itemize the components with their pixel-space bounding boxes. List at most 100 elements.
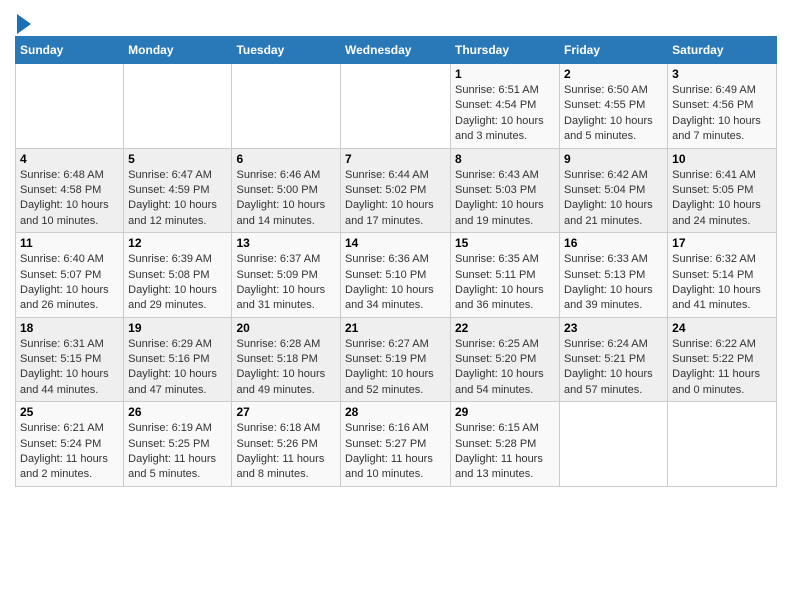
calendar-cell: 10 Sunrise: 6:41 AM Sunset: 5:05 PM Dayli… (668, 148, 777, 233)
calendar-table: SundayMondayTuesdayWednesdayThursdayFrid… (15, 36, 777, 487)
calendar-cell: 14Sunrise: 6:36 AM Sunset: 5:10 PM Dayli… (341, 233, 451, 318)
day-info: Sunrise: 6:18 AM Sunset: 5:26 PM Dayligh… (236, 421, 336, 483)
day-number: 11 (20, 236, 119, 250)
day-number: 13 (236, 236, 336, 250)
day-number: 23 (564, 321, 663, 335)
calendar-cell: 26 Sunrise: 6:19 AM Sunset: 5:25 PM Dayli… (124, 402, 232, 487)
day-number: 9 (564, 152, 663, 166)
day-info: Sunrise: 6:35 AM Sunset: 5:11 PM Dayligh… (455, 252, 555, 314)
calendar-cell (668, 402, 777, 487)
day-info: Sunrise: 6:46 AM Sunset: 5:00 PM Dayligh… (236, 168, 336, 230)
day-info: Sunrise: 6:28 AM Sunset: 5:18 PM Dayligh… (236, 337, 336, 399)
logo-arrow-icon (17, 14, 31, 34)
week-row-4: 18Sunrise: 6:31 AM Sunset: 5:15 PM Dayli… (16, 317, 777, 402)
day-header-monday: Monday (124, 37, 232, 64)
calendar-cell: 12Sunrise: 6:39 AM Sunset: 5:08 PM Dayli… (124, 233, 232, 318)
calendar-cell: 2 Sunrise: 6:50 AM Sunset: 4:55 PM Daylig… (560, 64, 668, 149)
calendar-cell: 3 Sunrise: 6:49 AM Sunset: 4:56 PM Daylig… (668, 64, 777, 149)
week-row-1: 1 Sunrise: 6:51 AM Sunset: 4:54 PM Daylig… (16, 64, 777, 149)
day-number: 8 (455, 152, 555, 166)
calendar-cell: 23 Sunrise: 6:24 AM Sunset: 5:21 PM Dayli… (560, 317, 668, 402)
week-row-2: 4 Sunrise: 6:48 AM Sunset: 4:58 PM Daylig… (16, 148, 777, 233)
week-row-3: 11Sunrise: 6:40 AM Sunset: 5:07 PM Dayli… (16, 233, 777, 318)
calendar-cell: 24 Sunrise: 6:22 AM Sunset: 5:22 PM Dayli… (668, 317, 777, 402)
day-number: 4 (20, 152, 119, 166)
calendar-cell: 25Sunrise: 6:21 AM Sunset: 5:24 PM Dayli… (16, 402, 124, 487)
calendar-cell: 29Sunrise: 6:15 AM Sunset: 5:28 PM Dayli… (451, 402, 560, 487)
day-number: 2 (564, 67, 663, 81)
calendar-cell: 5 Sunrise: 6:47 AM Sunset: 4:59 PM Daylig… (124, 148, 232, 233)
day-info: Sunrise: 6:48 AM Sunset: 4:58 PM Dayligh… (20, 168, 119, 230)
day-info: Sunrise: 6:33 AM Sunset: 5:13 PM Dayligh… (564, 252, 663, 314)
day-number: 3 (672, 67, 772, 81)
calendar-cell: 27 Sunrise: 6:18 AM Sunset: 5:26 PM Dayli… (232, 402, 341, 487)
day-header-thursday: Thursday (451, 37, 560, 64)
day-number: 14 (345, 236, 446, 250)
calendar-cell (124, 64, 232, 149)
day-info: Sunrise: 6:22 AM Sunset: 5:22 PM Dayligh… (672, 337, 772, 399)
day-info: Sunrise: 6:19 AM Sunset: 5:25 PM Dayligh… (128, 421, 227, 483)
day-info: Sunrise: 6:24 AM Sunset: 5:21 PM Dayligh… (564, 337, 663, 399)
day-number: 6 (236, 152, 336, 166)
day-info: Sunrise: 6:31 AM Sunset: 5:15 PM Dayligh… (20, 337, 119, 399)
day-info: Sunrise: 6:32 AM Sunset: 5:14 PM Dayligh… (672, 252, 772, 314)
day-number: 28 (345, 405, 446, 419)
day-header-wednesday: Wednesday (341, 37, 451, 64)
day-number: 22 (455, 321, 555, 335)
day-info: Sunrise: 6:25 AM Sunset: 5:20 PM Dayligh… (455, 337, 555, 399)
calendar-cell: 20 Sunrise: 6:28 AM Sunset: 5:18 PM Dayli… (232, 317, 341, 402)
day-number: 16 (564, 236, 663, 250)
day-number: 24 (672, 321, 772, 335)
day-info: Sunrise: 6:49 AM Sunset: 4:56 PM Dayligh… (672, 83, 772, 145)
day-number: 7 (345, 152, 446, 166)
calendar-body: 1 Sunrise: 6:51 AM Sunset: 4:54 PM Daylig… (16, 64, 777, 487)
day-header-tuesday: Tuesday (232, 37, 341, 64)
day-number: 27 (236, 405, 336, 419)
day-info: Sunrise: 6:29 AM Sunset: 5:16 PM Dayligh… (128, 337, 227, 399)
day-info: Sunrise: 6:21 AM Sunset: 5:24 PM Dayligh… (20, 421, 119, 483)
day-number: 1 (455, 67, 555, 81)
calendar-cell (232, 64, 341, 149)
day-info: Sunrise: 6:42 AM Sunset: 5:04 PM Dayligh… (564, 168, 663, 230)
calendar-cell: 13 Sunrise: 6:37 AM Sunset: 5:09 PM Dayli… (232, 233, 341, 318)
day-number: 21 (345, 321, 446, 335)
calendar-cell: 7 Sunrise: 6:44 AM Sunset: 5:02 PM Daylig… (341, 148, 451, 233)
calendar-cell: 18Sunrise: 6:31 AM Sunset: 5:15 PM Dayli… (16, 317, 124, 402)
calendar-cell: 28 Sunrise: 6:16 AM Sunset: 5:27 PM Dayli… (341, 402, 451, 487)
calendar-cell: 1 Sunrise: 6:51 AM Sunset: 4:54 PM Daylig… (451, 64, 560, 149)
day-info: Sunrise: 6:47 AM Sunset: 4:59 PM Dayligh… (128, 168, 227, 230)
day-number: 17 (672, 236, 772, 250)
day-info: Sunrise: 6:27 AM Sunset: 5:19 PM Dayligh… (345, 337, 446, 399)
day-number: 26 (128, 405, 227, 419)
day-info: Sunrise: 6:43 AM Sunset: 5:03 PM Dayligh… (455, 168, 555, 230)
day-info: Sunrise: 6:51 AM Sunset: 4:54 PM Dayligh… (455, 83, 555, 145)
day-number: 20 (236, 321, 336, 335)
logo (15, 14, 31, 30)
day-info: Sunrise: 6:50 AM Sunset: 4:55 PM Dayligh… (564, 83, 663, 145)
calendar-cell: 11Sunrise: 6:40 AM Sunset: 5:07 PM Dayli… (16, 233, 124, 318)
day-number: 15 (455, 236, 555, 250)
calendar-cell: 19 Sunrise: 6:29 AM Sunset: 5:16 PM Dayli… (124, 317, 232, 402)
day-info: Sunrise: 6:41 AM Sunset: 5:05 PM Dayligh… (672, 168, 772, 230)
calendar-cell: 8 Sunrise: 6:43 AM Sunset: 5:03 PM Daylig… (451, 148, 560, 233)
day-header-sunday: Sunday (16, 37, 124, 64)
calendar-header-row: SundayMondayTuesdayWednesdayThursdayFrid… (16, 37, 777, 64)
day-number: 10 (672, 152, 772, 166)
calendar-cell (16, 64, 124, 149)
calendar-cell (341, 64, 451, 149)
day-number: 5 (128, 152, 227, 166)
calendar-cell: 4 Sunrise: 6:48 AM Sunset: 4:58 PM Daylig… (16, 148, 124, 233)
day-header-saturday: Saturday (668, 37, 777, 64)
day-info: Sunrise: 6:16 AM Sunset: 5:27 PM Dayligh… (345, 421, 446, 483)
day-info: Sunrise: 6:37 AM Sunset: 5:09 PM Dayligh… (236, 252, 336, 314)
day-info: Sunrise: 6:44 AM Sunset: 5:02 PM Dayligh… (345, 168, 446, 230)
day-number: 19 (128, 321, 227, 335)
calendar-cell: 21 Sunrise: 6:27 AM Sunset: 5:19 PM Dayli… (341, 317, 451, 402)
calendar-cell: 22 Sunrise: 6:25 AM Sunset: 5:20 PM Dayli… (451, 317, 560, 402)
calendar-cell: 6 Sunrise: 6:46 AM Sunset: 5:00 PM Daylig… (232, 148, 341, 233)
day-number: 29 (455, 405, 555, 419)
day-header-friday: Friday (560, 37, 668, 64)
calendar-cell (560, 402, 668, 487)
calendar-cell: 16 Sunrise: 6:33 AM Sunset: 5:13 PM Dayli… (560, 233, 668, 318)
day-number: 12 (128, 236, 227, 250)
